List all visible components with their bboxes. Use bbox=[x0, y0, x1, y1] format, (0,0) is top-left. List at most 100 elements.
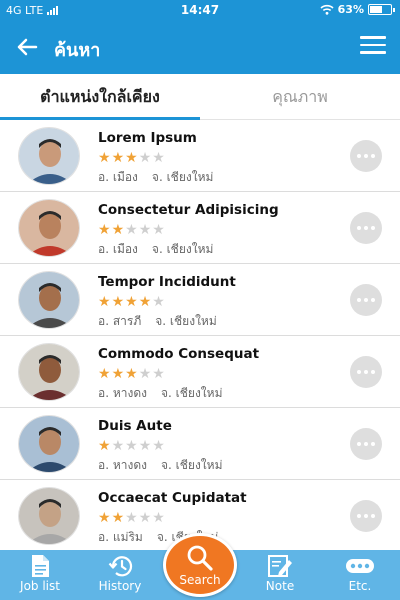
list-item[interactable]: Lorem Ipsum ★★★★★ อ. เมือง จ. เชียงใหม่ bbox=[0, 120, 400, 192]
list-item[interactable]: Tempor Incididunt ★★★★★ อ. สารภี จ. เชียงให… bbox=[0, 264, 400, 336]
star-icon: ★ bbox=[125, 510, 139, 526]
document-icon bbox=[32, 555, 49, 577]
nav-etc[interactable]: Etc. bbox=[320, 550, 400, 600]
list-item[interactable]: Consectetur Adipisicing ★★★★★ อ. เมือง จ. เ… bbox=[0, 192, 400, 264]
avatar bbox=[18, 487, 80, 545]
district-label: อ. เมือง bbox=[98, 170, 138, 184]
star-icon: ★ bbox=[98, 294, 112, 310]
district-label: อ. แม่ริม bbox=[98, 530, 143, 544]
note-pencil-icon bbox=[268, 555, 292, 577]
star-icon: ★ bbox=[138, 222, 153, 238]
battery-icon bbox=[368, 4, 395, 15]
star-icon: ★ bbox=[138, 294, 153, 310]
battery-fill bbox=[370, 6, 382, 13]
wifi-icon bbox=[320, 4, 334, 15]
avatar bbox=[18, 343, 80, 401]
search-button-label: Search bbox=[179, 573, 221, 587]
star-icon: ★ bbox=[152, 438, 166, 454]
avatar bbox=[18, 199, 80, 257]
province-label: จ. เชียงใหม่ bbox=[155, 314, 217, 328]
star-icon: ★ bbox=[152, 294, 166, 310]
location: อ. เมือง จ. เชียงใหม่ bbox=[98, 240, 213, 259]
rating-stars: ★★★★★ bbox=[98, 294, 166, 310]
location: อ. เมือง จ. เชียงใหม่ bbox=[98, 168, 213, 187]
app-header: ค้นหา bbox=[0, 22, 400, 74]
star-icon: ★ bbox=[111, 294, 126, 310]
person-name: Consectetur Adipisicing bbox=[98, 202, 279, 218]
district-label: อ. หางดง bbox=[98, 386, 147, 400]
star-icon: ★ bbox=[152, 222, 166, 238]
status-bar: 4G LTE 14:47 63% bbox=[0, 0, 400, 22]
nav-etc-label: Etc. bbox=[348, 579, 372, 593]
star-icon: ★ bbox=[138, 150, 153, 166]
person-name: Tempor Incididunt bbox=[98, 274, 236, 290]
person-name: Lorem Ipsum bbox=[98, 130, 197, 146]
nav-history[interactable]: History bbox=[80, 550, 160, 600]
page-title: ค้นหา bbox=[54, 40, 101, 61]
province-label: จ. เชียงใหม่ bbox=[151, 170, 214, 184]
search-button[interactable]: Search bbox=[163, 533, 237, 597]
star-icon: ★ bbox=[125, 222, 139, 238]
more-options-button[interactable] bbox=[350, 140, 382, 172]
results-list: Lorem Ipsum ★★★★★ อ. เมือง จ. เชียงใหม่ Cons… bbox=[0, 120, 400, 550]
more-options-button[interactable] bbox=[350, 428, 382, 460]
person-name: Commodo Consequat bbox=[98, 346, 260, 362]
star-icon: ★ bbox=[125, 294, 139, 310]
battery-percent: 63% bbox=[337, 3, 364, 16]
location: อ. หางดง จ. เชียงใหม่ bbox=[98, 456, 222, 475]
more-options-button[interactable] bbox=[350, 500, 382, 532]
hamburger-menu-icon[interactable] bbox=[360, 36, 386, 58]
star-icon: ★ bbox=[98, 222, 112, 238]
star-icon: ★ bbox=[125, 366, 139, 382]
back-arrow-icon[interactable] bbox=[14, 34, 40, 60]
star-icon: ★ bbox=[138, 438, 153, 454]
star-icon: ★ bbox=[111, 222, 126, 238]
star-icon: ★ bbox=[98, 510, 112, 526]
list-item[interactable]: Commodo Consequat ★★★★★ อ. หางดง จ. เชียงให… bbox=[0, 336, 400, 408]
rating-stars: ★★★★★ bbox=[98, 510, 166, 526]
rating-stars: ★★★★★ bbox=[98, 366, 166, 382]
more-dots-icon bbox=[346, 559, 374, 573]
province-label: จ. เชียงใหม่ bbox=[161, 386, 223, 400]
star-icon: ★ bbox=[138, 366, 153, 382]
avatar bbox=[18, 415, 80, 473]
star-icon: ★ bbox=[111, 366, 126, 382]
list-item[interactable]: Duis Aute ★★★★★ อ. หางดง จ. เชียงใหม่ bbox=[0, 408, 400, 480]
nav-job-list[interactable]: Job list bbox=[0, 550, 80, 600]
nav-history-label: History bbox=[98, 579, 142, 593]
province-label: จ. เชียงใหม่ bbox=[151, 242, 214, 256]
star-icon: ★ bbox=[152, 150, 166, 166]
star-icon: ★ bbox=[111, 510, 126, 526]
person-name: Occaecat Cupidatat bbox=[98, 490, 247, 506]
search-icon bbox=[187, 545, 213, 571]
status-right-group: 63% bbox=[320, 3, 395, 16]
rating-stars: ★★★★★ bbox=[98, 222, 166, 238]
person-name: Duis Aute bbox=[98, 418, 172, 434]
district-label: อ. เมือง bbox=[98, 242, 138, 256]
district-label: อ. สารภี bbox=[98, 314, 142, 328]
star-icon: ★ bbox=[152, 510, 166, 526]
tab-quality[interactable]: คุณภาพ bbox=[200, 74, 400, 120]
star-icon: ★ bbox=[111, 438, 126, 454]
star-icon: ★ bbox=[98, 366, 112, 382]
more-options-button[interactable] bbox=[350, 356, 382, 388]
star-icon: ★ bbox=[98, 150, 112, 166]
star-icon: ★ bbox=[98, 438, 112, 454]
avatar bbox=[18, 271, 80, 329]
star-icon: ★ bbox=[111, 150, 126, 166]
history-clock-icon bbox=[108, 556, 133, 577]
location: อ. สารภี จ. เชียงใหม่ bbox=[98, 312, 217, 331]
star-icon: ★ bbox=[125, 150, 139, 166]
star-icon: ★ bbox=[125, 438, 139, 454]
more-options-button[interactable] bbox=[350, 212, 382, 244]
rating-stars: ★★★★★ bbox=[98, 150, 166, 166]
more-options-button[interactable] bbox=[350, 284, 382, 316]
avatar bbox=[18, 127, 80, 185]
province-label: จ. เชียงใหม่ bbox=[161, 458, 223, 472]
star-icon: ★ bbox=[138, 510, 153, 526]
tab-nearby[interactable]: ตำแหน่งใกล้เคียง bbox=[0, 74, 200, 120]
tab-bar: ตำแหน่งใกล้เคียง คุณภาพ bbox=[0, 74, 400, 120]
district-label: อ. หางดง bbox=[98, 458, 147, 472]
nav-note[interactable]: Note bbox=[240, 550, 320, 600]
nav-job-list-label: Job list bbox=[20, 579, 60, 593]
